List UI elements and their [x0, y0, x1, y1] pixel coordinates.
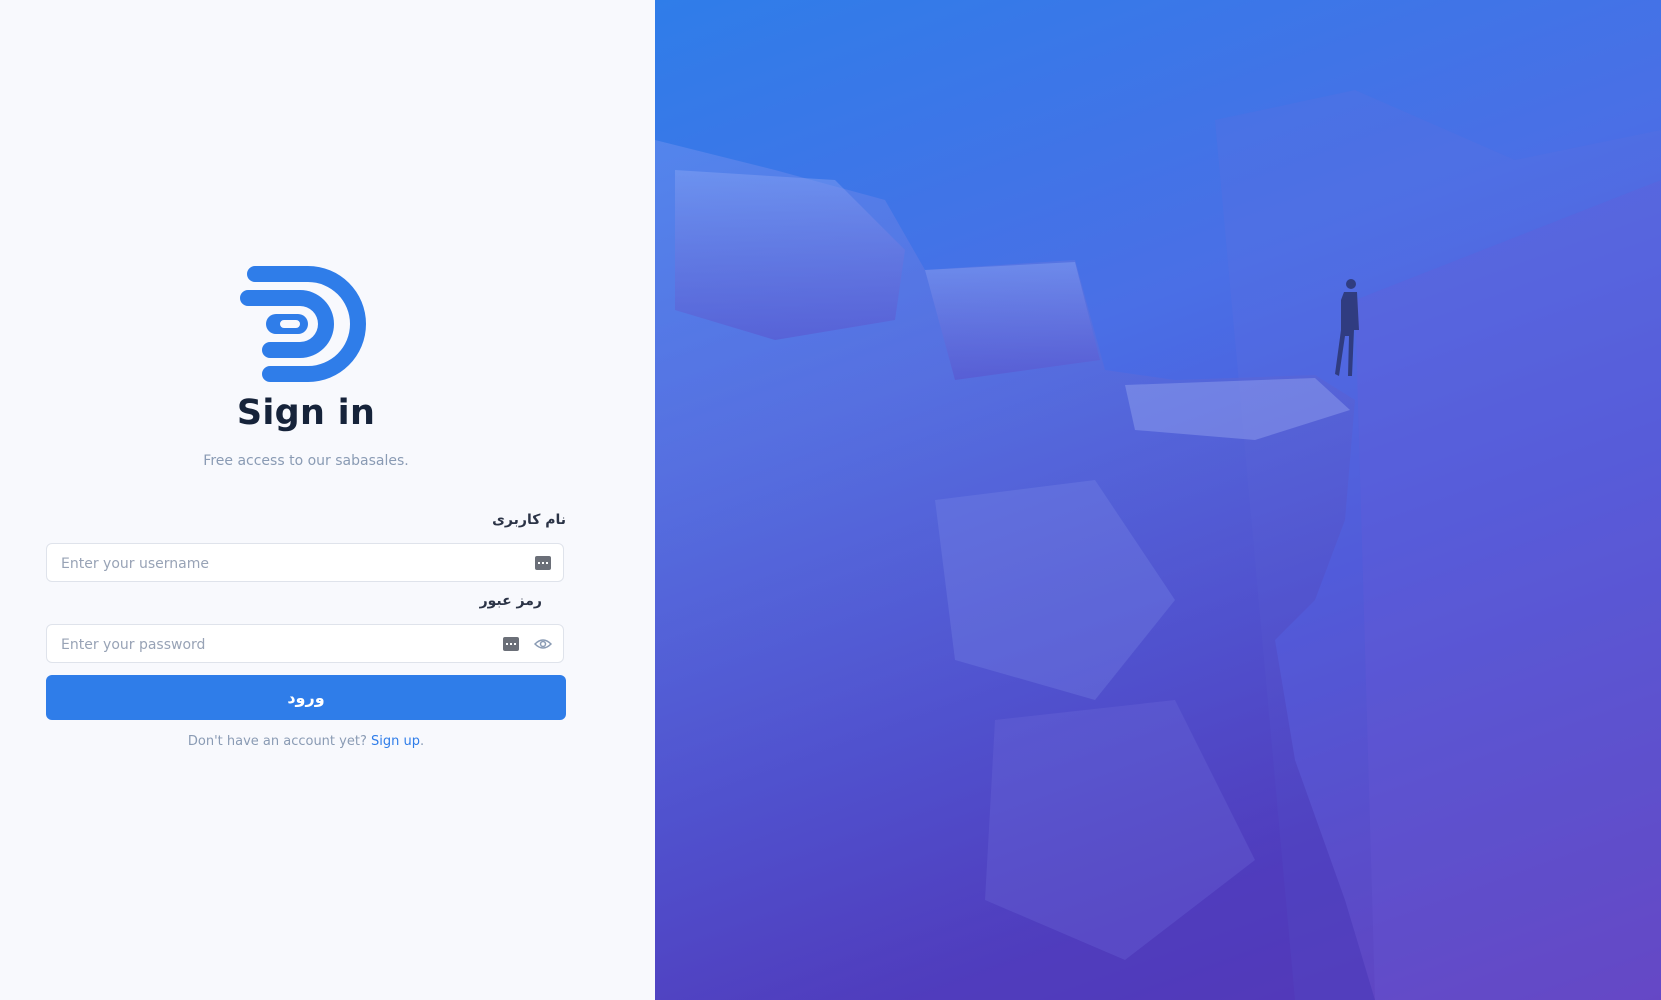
password-input[interactable]	[59, 625, 483, 664]
password-label: رمز عبور	[479, 593, 542, 609]
signin-panel: Sign in Free access to our sabasales. نا…	[0, 0, 655, 1000]
eye-icon[interactable]	[534, 637, 552, 651]
cliff-illustration	[655, 90, 1661, 1000]
keyboard-icon	[535, 556, 551, 570]
hero-image	[655, 0, 1661, 1000]
keyboard-icon	[503, 637, 519, 651]
signin-button[interactable]: ورود	[46, 675, 566, 720]
password-field[interactable]	[46, 624, 564, 664]
signup-period: .	[419, 734, 425, 749]
signup-link[interactable]: Sign up	[371, 734, 420, 749]
signin-page: Sign in Free access to our sabasales. نا…	[0, 0, 1661, 1000]
signup-prompt-text: Don't have an account yet?	[187, 734, 367, 749]
signup-prompt: Don't have an account yet? Sign up.	[0, 734, 612, 749]
page-subtitle: Free access to our sabasales.	[203, 453, 409, 469]
page-title: Sign in	[236, 393, 376, 433]
username-field[interactable]	[46, 543, 564, 583]
username-input[interactable]	[59, 544, 483, 583]
brand-logo-icon	[240, 266, 366, 382]
username-label: نام کاربری	[492, 512, 566, 528]
